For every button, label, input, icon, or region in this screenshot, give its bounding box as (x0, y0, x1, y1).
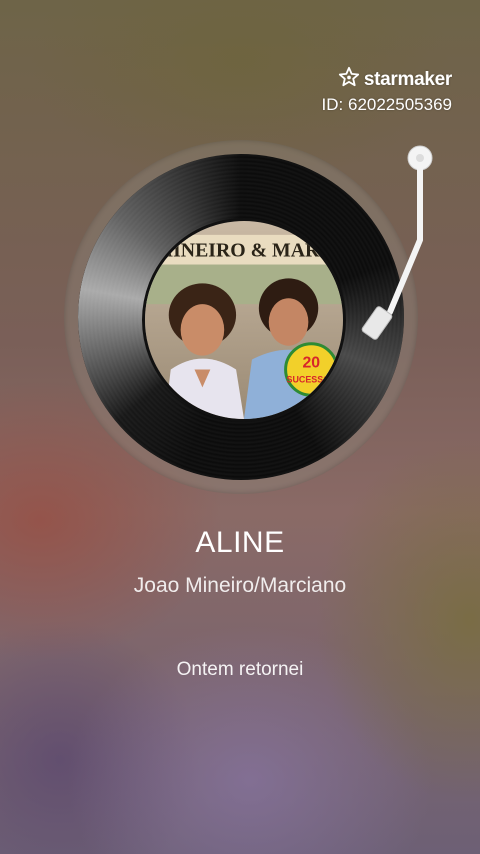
album-cover-art: MINEIRO & MARC 20 SUCESSOS (145, 221, 343, 419)
tonearm[interactable] (330, 140, 450, 380)
album-cover: MINEIRO & MARC 20 SUCESSOS (142, 218, 346, 422)
badge-number: 20 (303, 355, 321, 372)
starmaker-watermark: starmaker ID: 62022505369 (322, 66, 452, 115)
song-title: ALINE (195, 526, 285, 559)
lyric-line: Ontem retornei (176, 659, 304, 680)
brand-row: starmaker (322, 66, 452, 93)
artist-name: Joao Mineiro/Marciano (133, 574, 347, 597)
user-id: ID: 62022505369 (321, 95, 452, 114)
starmaker-star-icon (338, 66, 360, 93)
brand-name: starmaker (363, 68, 452, 90)
cover-banner-text: MINEIRO & MARC (154, 240, 333, 262)
